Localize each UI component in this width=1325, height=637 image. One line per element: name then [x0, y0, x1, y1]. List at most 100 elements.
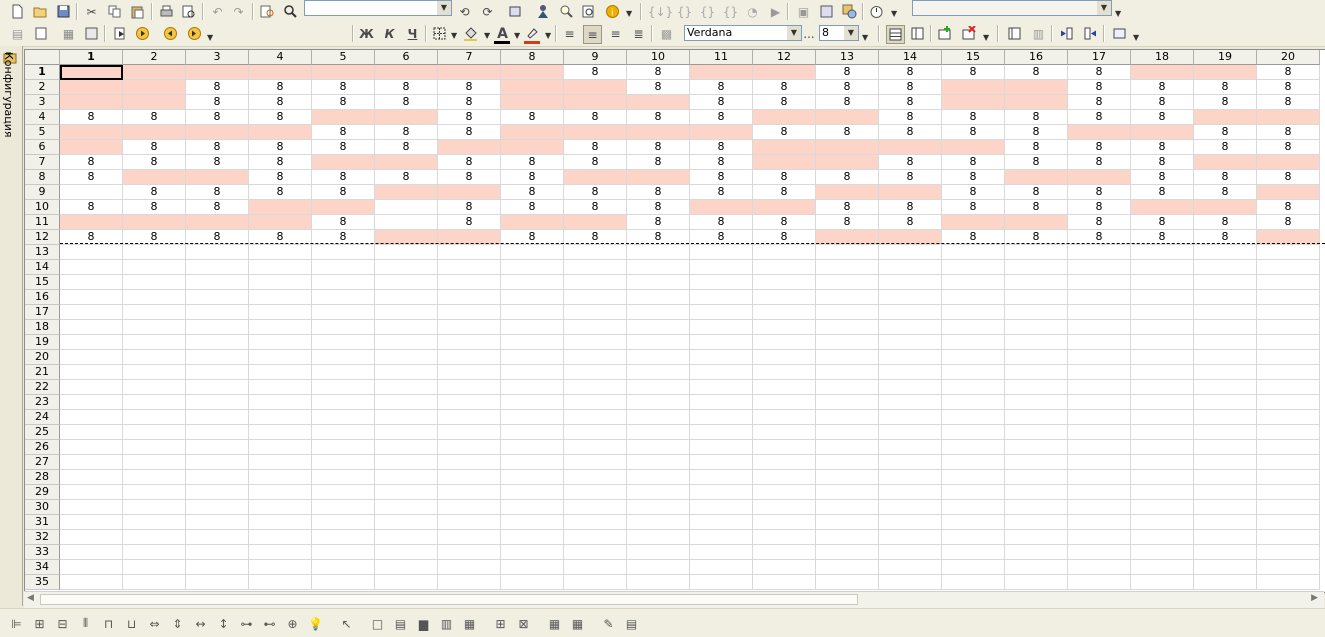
- grid-cell[interactable]: 8: [1131, 185, 1194, 200]
- grid-cell[interactable]: [1194, 395, 1257, 410]
- grid-cell[interactable]: [312, 470, 375, 485]
- grid-cell[interactable]: [879, 440, 942, 455]
- grid-cell[interactable]: 8: [1131, 80, 1194, 95]
- grid-cell[interactable]: [753, 410, 816, 425]
- row-header[interactable]: 7: [25, 155, 60, 170]
- delete-row-icon[interactable]: ⊠: [515, 615, 532, 632]
- grid-cell[interactable]: [564, 545, 627, 560]
- grid-cell[interactable]: [753, 470, 816, 485]
- grid-cell[interactable]: [1257, 515, 1320, 530]
- grid-cell[interactable]: [753, 305, 816, 320]
- grid-cell[interactable]: 8: [123, 200, 186, 215]
- chevron-down-icon[interactable]: ▼: [844, 26, 858, 40]
- grid-cell[interactable]: [501, 440, 564, 455]
- row-header[interactable]: 25: [25, 425, 60, 440]
- grid-cell[interactable]: [942, 545, 1005, 560]
- grid-cell[interactable]: [1131, 545, 1194, 560]
- grid-cell[interactable]: [123, 380, 186, 395]
- grid-cell[interactable]: 8: [312, 185, 375, 200]
- grid-cell[interactable]: 8: [501, 185, 564, 200]
- grid-cell[interactable]: [690, 500, 753, 515]
- grid-cell[interactable]: 8: [186, 110, 249, 125]
- grid-cell[interactable]: [1005, 260, 1068, 275]
- grid-cell[interactable]: [1131, 530, 1194, 545]
- insert-cells-icon[interactable]: [936, 25, 953, 42]
- grid-cell[interactable]: 8: [690, 140, 753, 155]
- grid-cell[interactable]: [879, 350, 942, 365]
- grid-cell[interactable]: [753, 65, 816, 80]
- grid-cell[interactable]: [942, 275, 1005, 290]
- chevron-down-icon[interactable]: ▼: [787, 26, 801, 40]
- grid-cell[interactable]: [564, 215, 627, 230]
- sheet-icon[interactable]: ▤: [9, 25, 26, 42]
- grid-cell[interactable]: 8: [879, 170, 942, 185]
- grid-cell[interactable]: [1005, 500, 1068, 515]
- grid-cell[interactable]: [312, 335, 375, 350]
- grid-cell[interactable]: 8: [1194, 185, 1257, 200]
- row-header[interactable]: 3: [25, 95, 60, 110]
- grid-cell[interactable]: [753, 395, 816, 410]
- grid-cell[interactable]: [690, 290, 753, 305]
- grid-cell[interactable]: [186, 380, 249, 395]
- grid-cell[interactable]: [375, 515, 438, 530]
- grid-cell[interactable]: [501, 575, 564, 590]
- grid-cell[interactable]: [1194, 275, 1257, 290]
- chevron-down-icon[interactable]: ▼: [451, 31, 457, 40]
- grid-cell[interactable]: [1068, 515, 1131, 530]
- grid-cell[interactable]: [816, 545, 879, 560]
- grid-cell[interactable]: [1257, 290, 1320, 305]
- grid-cell[interactable]: [1068, 455, 1131, 470]
- grid-cell[interactable]: [60, 410, 123, 425]
- search-combo[interactable]: ▼: [304, 0, 452, 16]
- grid-cell[interactable]: [942, 215, 1005, 230]
- grid-cell[interactable]: 8: [564, 110, 627, 125]
- grid-cell[interactable]: [690, 470, 753, 485]
- grid-cell[interactable]: [438, 365, 501, 380]
- grid-cell[interactable]: [564, 395, 627, 410]
- grid-cell[interactable]: [1257, 245, 1320, 260]
- space-v-icon[interactable]: ↕: [215, 615, 232, 632]
- grid-cell[interactable]: [312, 575, 375, 590]
- grid-cell[interactable]: [186, 350, 249, 365]
- window2-icon[interactable]: ▣: [795, 3, 812, 20]
- step-over-icon[interactable]: {}: [699, 3, 716, 20]
- grid-cell[interactable]: [1194, 335, 1257, 350]
- grid-cell[interactable]: [312, 155, 375, 170]
- text-icon[interactable]: ▤: [392, 615, 409, 632]
- grid-cell[interactable]: [123, 500, 186, 515]
- grid-cell[interactable]: [375, 350, 438, 365]
- grid-cell[interactable]: [438, 320, 501, 335]
- grid-cell[interactable]: [627, 470, 690, 485]
- grid-cell[interactable]: [1257, 530, 1320, 545]
- grid-cell[interactable]: [879, 455, 942, 470]
- grid-cell[interactable]: 8: [627, 185, 690, 200]
- chevron-down-icon[interactable]: ▼: [207, 33, 213, 42]
- grid-cell[interactable]: [501, 515, 564, 530]
- grid-cell[interactable]: [249, 575, 312, 590]
- grid-cell[interactable]: 8: [1068, 110, 1131, 125]
- grid-cell[interactable]: [1131, 275, 1194, 290]
- grid-cell[interactable]: [564, 455, 627, 470]
- grid-cell[interactable]: [60, 470, 123, 485]
- table2-icon[interactable]: ▤: [623, 615, 640, 632]
- headers-icon[interactable]: [909, 25, 926, 42]
- column-header[interactable]: 19: [1194, 50, 1257, 65]
- grid-cell[interactable]: 8: [123, 140, 186, 155]
- grid-cell[interactable]: [60, 185, 123, 200]
- grid-cell[interactable]: [123, 80, 186, 95]
- grid-cell[interactable]: [816, 440, 879, 455]
- column-header[interactable]: 6: [375, 50, 438, 65]
- grid-cell[interactable]: 8: [249, 185, 312, 200]
- grid-cell[interactable]: [627, 380, 690, 395]
- grid-cell[interactable]: 8: [375, 140, 438, 155]
- grid-cell[interactable]: 8: [627, 200, 690, 215]
- grid-cell[interactable]: [816, 320, 879, 335]
- grid-cell[interactable]: [60, 425, 123, 440]
- grid-cell[interactable]: [1194, 530, 1257, 545]
- grid-cell[interactable]: [564, 305, 627, 320]
- grid-cell[interactable]: [375, 245, 438, 260]
- grid-cell[interactable]: [564, 80, 627, 95]
- grid-cell[interactable]: [375, 200, 438, 215]
- grid-cell[interactable]: [501, 425, 564, 440]
- grid-cell[interactable]: [375, 470, 438, 485]
